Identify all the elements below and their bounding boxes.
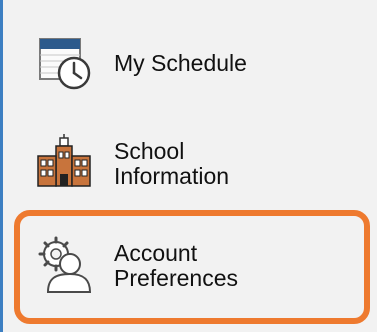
sidebar: My Schedule School Information Account P… — [0, 0, 377, 332]
school-building-icon — [32, 132, 96, 196]
sidebar-edge-border — [0, 0, 3, 332]
sidebar-item-account-preferences[interactable]: Account Preferences — [14, 212, 376, 320]
sidebar-item-school-information[interactable]: School Information — [20, 124, 370, 204]
label-line: Preferences — [114, 265, 239, 291]
label-line: Information — [114, 163, 230, 189]
sidebar-item-label: School Information — [114, 139, 229, 189]
sidebar-item-my-schedule[interactable]: My Schedule — [20, 26, 370, 100]
sidebar-item-label: Account Preferences — [114, 241, 238, 291]
label-line: Account — [114, 240, 198, 266]
label-line: My Schedule — [114, 49, 247, 76]
user-gear-icon — [32, 234, 96, 298]
sidebar-item-label: My Schedule — [114, 49, 247, 76]
label-line: School — [114, 138, 185, 164]
calendar-clock-icon — [32, 31, 96, 95]
